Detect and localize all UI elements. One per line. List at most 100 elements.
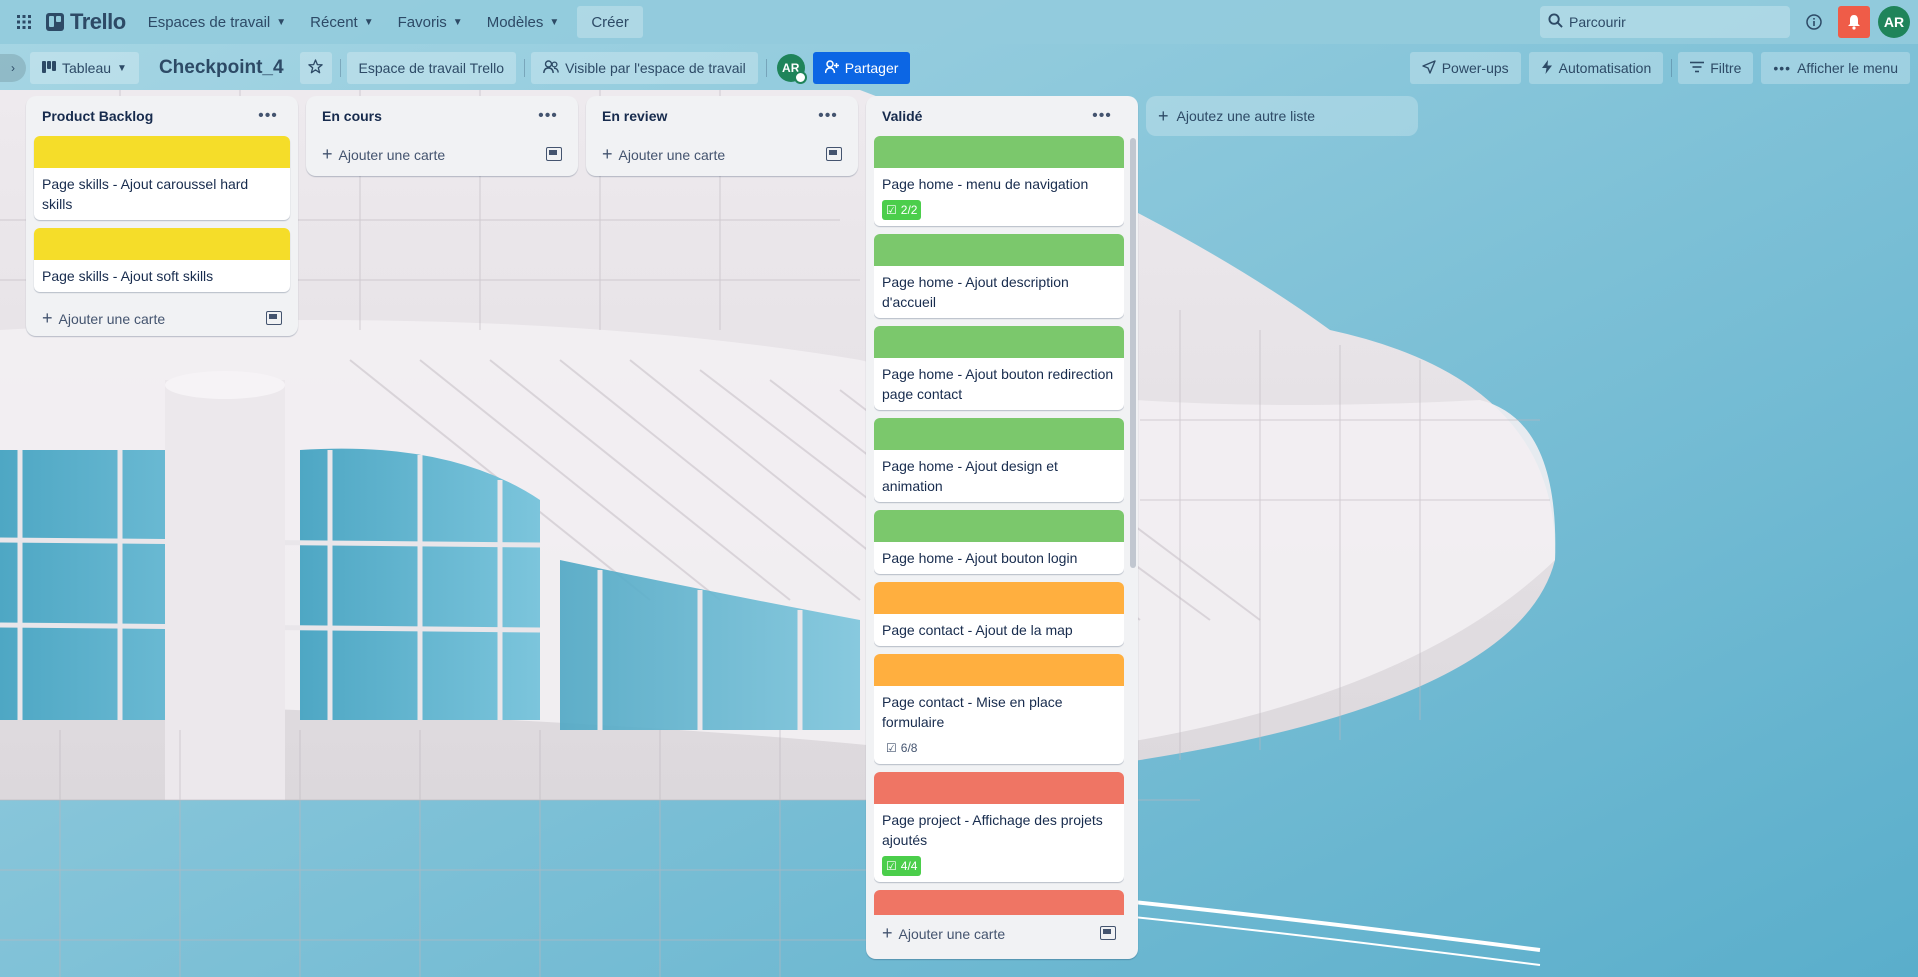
add-card-button[interactable]: + Ajouter une carte	[882, 923, 1005, 944]
card-template-icon[interactable]	[546, 147, 562, 161]
show-menu-label: Afficher le menu	[1797, 60, 1898, 76]
card-title: Page contact - Mise en place formulaire	[882, 694, 1063, 730]
menu-templates-label: Modèles	[486, 13, 544, 31]
view-switcher-label: Tableau	[62, 60, 112, 76]
more-horizontal-icon[interactable]: •••	[814, 107, 842, 125]
card-title: Page skills - Ajout caroussel hard skill…	[42, 176, 249, 212]
powerups-button[interactable]: Power-ups	[1409, 52, 1521, 84]
list-valide: Validé ••• Page home - menu de navigatio…	[866, 96, 1138, 959]
more-horizontal-icon[interactable]: •••	[1088, 107, 1116, 125]
star-board-button[interactable]	[299, 52, 332, 84]
card-title: Page skills - Ajout soft skills	[42, 268, 214, 284]
card-cover	[874, 234, 1124, 266]
menu-recent[interactable]: Récent ▼	[298, 6, 385, 38]
board-member-avatar[interactable]: AR	[776, 54, 807, 84]
list-scrollbar[interactable]	[1130, 138, 1136, 568]
list-title[interactable]: En review	[602, 108, 667, 124]
card-template-icon[interactable]	[826, 147, 842, 161]
card[interactable]: Page contact - Mise en place formulaire …	[874, 654, 1124, 764]
chevron-down-icon: ▼	[117, 62, 127, 74]
more-horizontal-icon[interactable]: •••	[534, 107, 562, 125]
card[interactable]: Page skills - Ajout soft skills	[34, 228, 290, 292]
list-title[interactable]: Product Backlog	[42, 108, 153, 124]
list-title[interactable]: Validé	[882, 108, 922, 124]
chevron-down-icon: ▼	[452, 16, 463, 28]
card[interactable]	[874, 890, 1124, 915]
plus-icon: +	[1158, 105, 1169, 126]
plus-icon: +	[322, 143, 333, 164]
plus-icon: +	[602, 143, 613, 164]
chevron-down-icon: ▼	[276, 16, 287, 28]
card-title: Page contact - Ajout de la map	[882, 622, 1073, 638]
checklist-icon: ☑	[886, 741, 897, 755]
card-cover	[874, 418, 1124, 450]
card[interactable]: Page project - Affichage des projets ajo…	[874, 772, 1124, 882]
checklist-badge: ☑ 6/8	[882, 738, 921, 758]
card[interactable]: Page home - menu de navigation ☑ 2/2	[874, 136, 1124, 226]
view-switcher[interactable]: Tableau ▼	[30, 52, 139, 84]
board-title[interactable]: Checkpoint_4	[147, 57, 296, 79]
add-list-button[interactable]: + Ajoutez une autre liste	[1146, 96, 1418, 136]
add-person-icon	[824, 59, 839, 77]
visibility-button[interactable]: Visible par l'espace de travail	[531, 52, 758, 84]
trello-logo[interactable]: Trello	[40, 9, 136, 35]
card[interactable]: Page home - Ajout bouton redirection pag…	[874, 326, 1124, 410]
chevron-right-icon: ›	[11, 61, 15, 75]
trello-logo-icon	[46, 13, 64, 31]
card[interactable]: Page skills - Ajout caroussel hard skill…	[34, 136, 290, 220]
user-avatar[interactable]: AR	[1878, 6, 1910, 38]
menu-recent-label: Récent	[310, 13, 358, 31]
card-badges: ☑ 6/8	[874, 738, 1124, 764]
card-title: Page home - Ajout bouton redirection pag…	[882, 366, 1114, 402]
chevron-down-icon: ▼	[363, 16, 374, 28]
board-header: › Tableau ▼ Checkpoint_4 Espace de trava…	[0, 50, 1918, 86]
info-icon[interactable]	[1798, 6, 1830, 38]
menu-starred[interactable]: Favoris ▼	[386, 6, 475, 38]
list-header: En review •••	[594, 96, 850, 136]
header-divider	[524, 59, 526, 77]
add-card-row: + Ajouter une carte	[314, 136, 570, 172]
header-divider	[339, 59, 341, 77]
add-card-button[interactable]: + Ajouter une carte	[602, 144, 725, 165]
add-card-button[interactable]: + Ajouter une carte	[42, 308, 165, 329]
checklist-count: 6/8	[900, 741, 918, 755]
powerups-label: Power-ups	[1441, 60, 1509, 76]
search-box[interactable]	[1540, 6, 1790, 38]
card-title: Page home - menu de navigation	[882, 176, 1089, 192]
workspace-button[interactable]: Espace de travail Trello	[346, 52, 517, 84]
people-icon	[543, 59, 559, 77]
search-input[interactable]	[1569, 14, 1769, 30]
add-card-button[interactable]: + Ajouter une carte	[322, 144, 445, 165]
menu-templates[interactable]: Modèles ▼	[475, 6, 572, 38]
checklist-badge: ☑ 2/2	[882, 200, 922, 220]
create-button[interactable]: Créer	[577, 6, 643, 38]
show-menu-button[interactable]: ••• Afficher le menu	[1761, 52, 1910, 84]
card-cover	[874, 326, 1124, 358]
plus-icon: +	[42, 307, 53, 328]
filter-button[interactable]: Filtre	[1678, 52, 1754, 84]
checklist-count: 2/2	[900, 203, 918, 217]
card[interactable]: Page home - Ajout description d'accueil	[874, 234, 1124, 318]
share-label: Partager	[844, 60, 899, 76]
checklist-icon: ☑	[886, 203, 897, 217]
card[interactable]: Page home - Ajout design et animation	[874, 418, 1124, 502]
checklist-badge: ☑ 4/4	[882, 856, 922, 876]
card[interactable]: Page contact - Ajout de la map	[874, 582, 1124, 646]
card-template-icon[interactable]	[266, 311, 282, 325]
star-icon	[308, 59, 323, 77]
sidebar-toggle[interactable]: ›	[0, 54, 26, 82]
card-template-icon[interactable]	[1100, 926, 1116, 940]
notifications-bell-icon[interactable]	[1838, 6, 1870, 38]
card-cover	[874, 890, 1124, 915]
list-cards-scroll[interactable]: Page home - menu de navigation ☑ 2/2 Page…	[874, 136, 1124, 915]
menu-workspaces[interactable]: Espaces de travail ▼	[136, 6, 298, 38]
app-switcher-icon[interactable]	[8, 6, 40, 38]
more-horizontal-icon[interactable]: •••	[254, 107, 282, 125]
list-title[interactable]: En cours	[322, 108, 382, 124]
automation-button[interactable]: Automatisation	[1528, 52, 1664, 84]
add-card-row: + Ajouter une carte	[34, 300, 290, 336]
share-button[interactable]: Partager	[812, 52, 911, 84]
nav-right-group: AR	[1540, 6, 1910, 38]
add-card-label: Ajouter une carte	[338, 146, 446, 163]
card[interactable]: Page home - Ajout bouton login	[874, 510, 1124, 574]
